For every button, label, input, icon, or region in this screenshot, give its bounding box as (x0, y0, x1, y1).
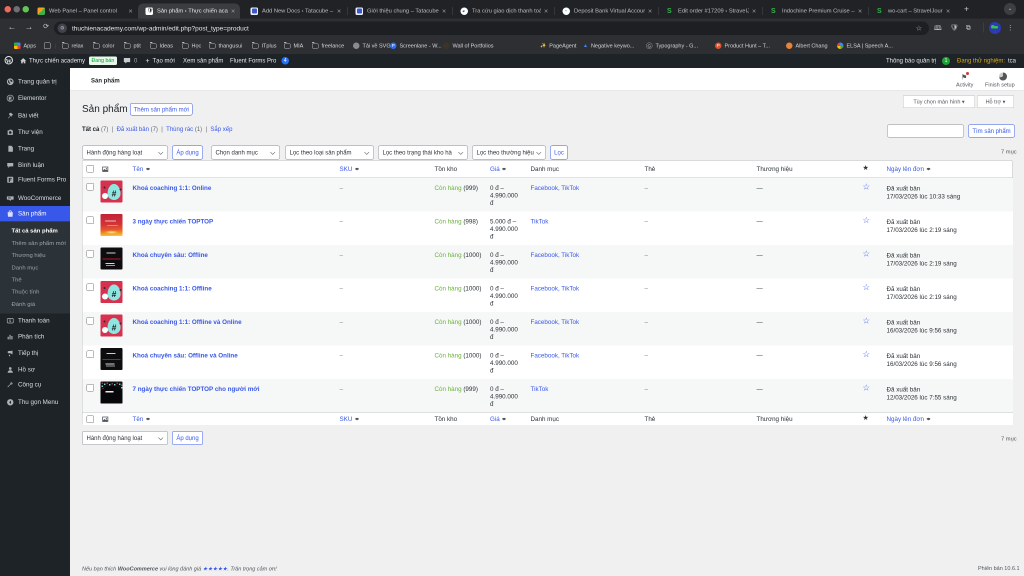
svg-text:W: W (8, 196, 11, 200)
svg-text:$: $ (9, 319, 12, 323)
